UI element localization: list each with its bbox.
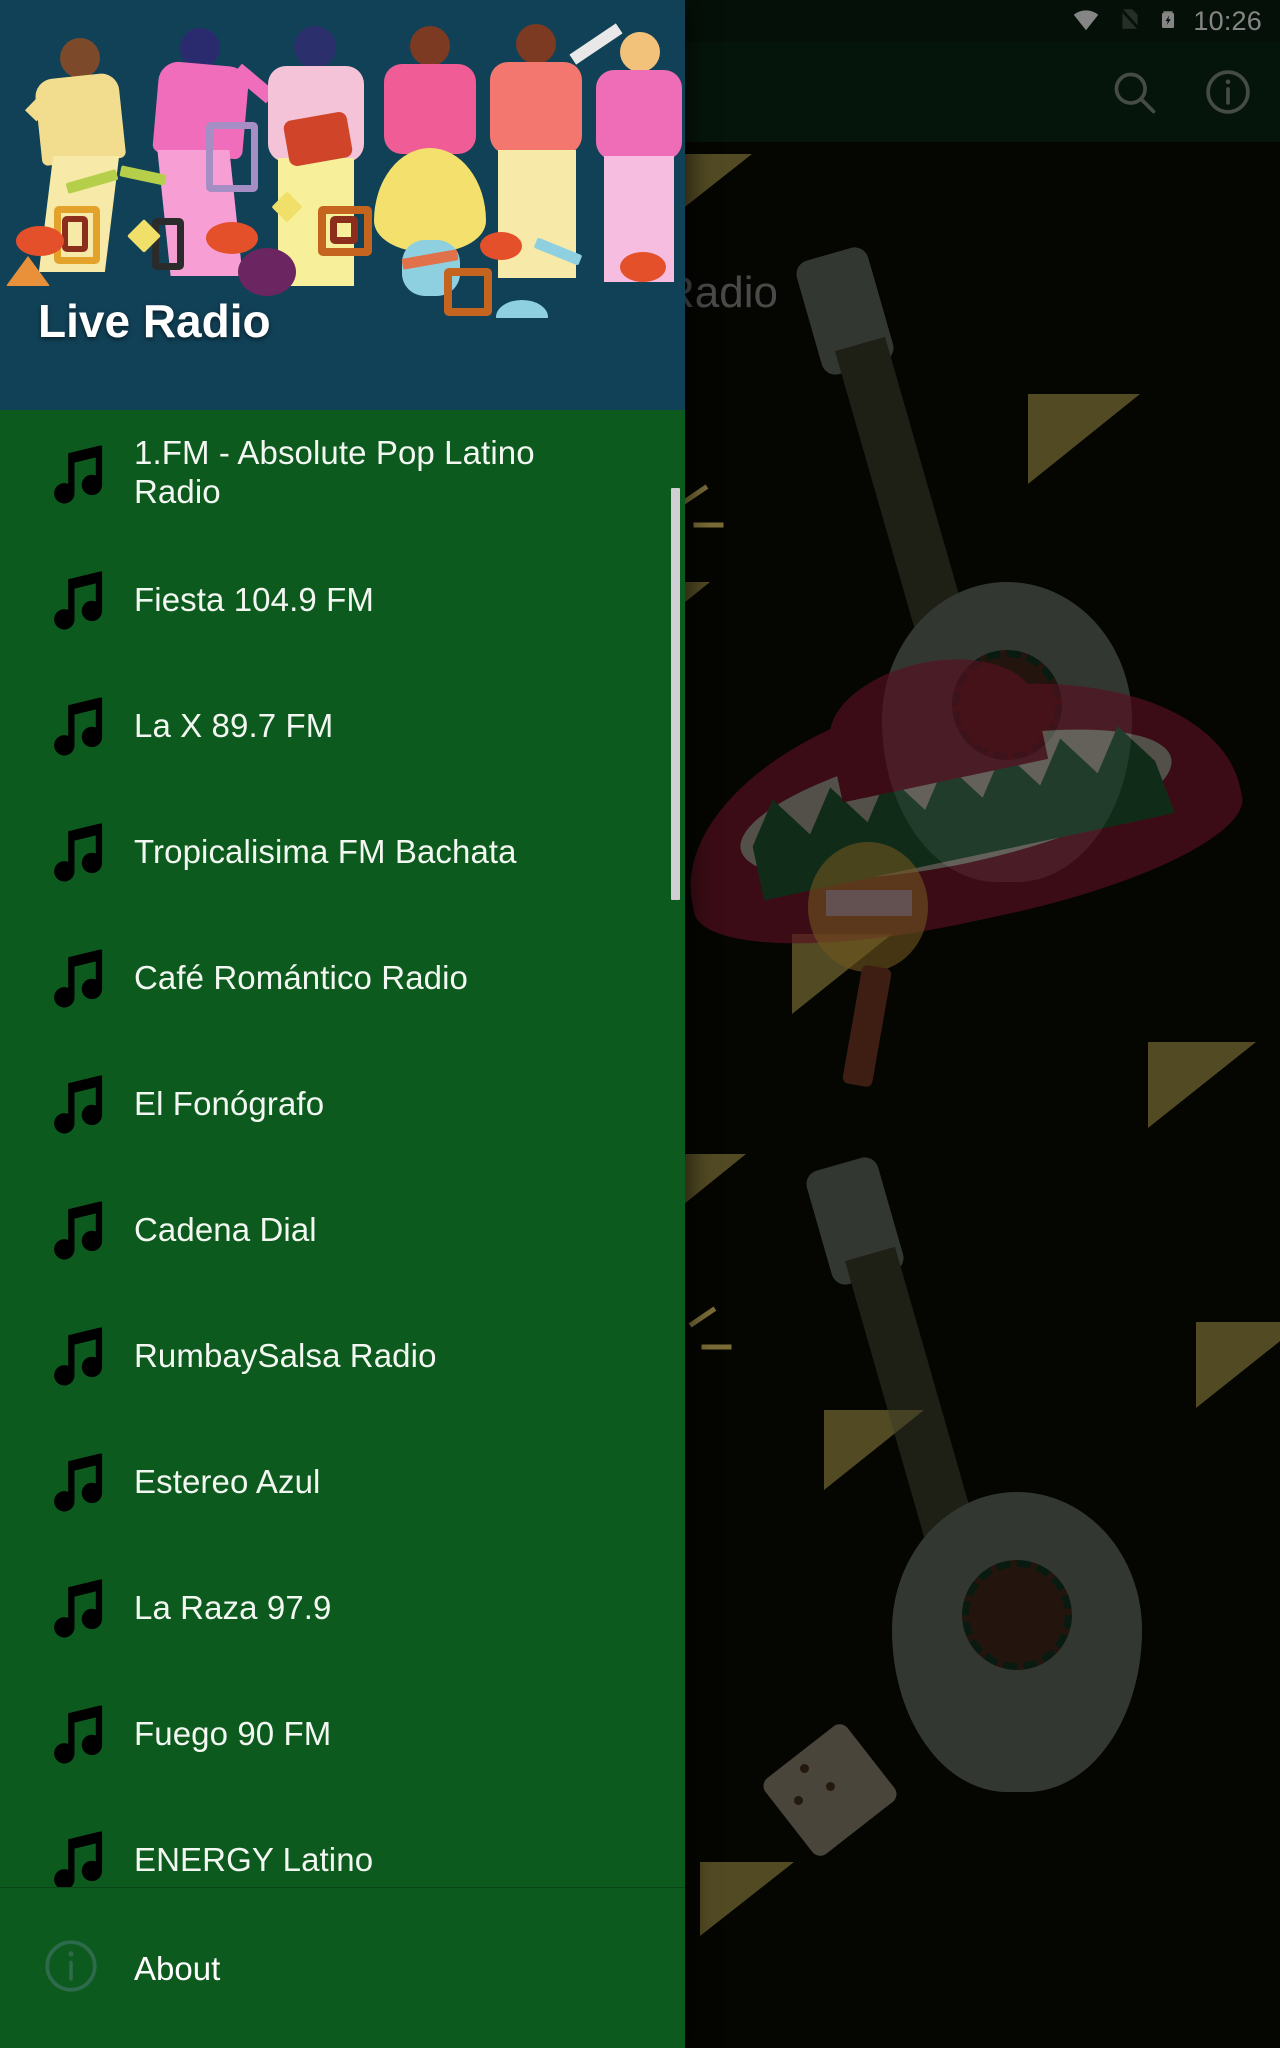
confetti-ring xyxy=(444,268,492,316)
confetti-ring xyxy=(206,122,258,192)
info-circle-icon xyxy=(40,1935,112,2002)
list-item[interactable]: Cadena Dial xyxy=(0,1166,685,1292)
list-item-label: El Fonógrafo xyxy=(134,1084,325,1122)
confetti-dot xyxy=(238,248,296,296)
list-item[interactable]: Café Romántico Radio xyxy=(0,914,685,1040)
list-item[interactable]: ENERGY Latino xyxy=(0,1796,685,1887)
confetti-dot xyxy=(480,232,522,260)
confetti-dot xyxy=(620,252,666,282)
music-note-icon xyxy=(40,1191,112,1268)
list-item[interactable]: La Raza 97.9 xyxy=(0,1544,685,1670)
drawer-header-title: Live Radio xyxy=(38,295,271,347)
music-note-icon xyxy=(40,1065,112,1142)
confetti-triangle xyxy=(6,256,50,286)
music-note-icon xyxy=(40,1695,112,1772)
about-menu-item[interactable]: About xyxy=(0,1888,685,2048)
confetti-ring xyxy=(330,216,358,244)
list-item-label: ENERGY Latino xyxy=(134,1840,374,1878)
confetti-dot xyxy=(16,226,64,256)
drawer-header-artwork xyxy=(0,0,685,410)
music-note-icon xyxy=(40,687,112,764)
list-item-label: Estereo Azul xyxy=(134,1462,321,1500)
confetti-dot xyxy=(206,222,258,254)
music-note-icon xyxy=(40,813,112,890)
music-note-icon xyxy=(40,939,112,1016)
list-item-label: Tropicalisima FM Bachata xyxy=(134,832,517,870)
phone-screen: 1.FM - Absolute Pop Latino Radio Tropica… xyxy=(0,0,1280,2048)
list-item-label: Café Romántico Radio xyxy=(134,958,468,996)
list-item[interactable]: Tropicalisima FM Bachata xyxy=(0,788,685,914)
confetti-ring xyxy=(152,218,184,270)
radio-station-list[interactable]: 1.FM - Absolute Pop Latino Radio Fiesta … xyxy=(0,410,685,1887)
music-note-icon xyxy=(40,435,112,512)
list-item[interactable]: Estereo Azul xyxy=(0,1418,685,1544)
drawer-header: Live Radio xyxy=(0,0,685,410)
list-item[interactable]: El Fonógrafo xyxy=(0,1040,685,1166)
list-item-label: RumbaySalsa Radio xyxy=(134,1336,437,1374)
music-note-icon xyxy=(40,1317,112,1394)
list-item-label: La X 89.7 FM xyxy=(134,706,334,744)
scrollbar-thumb[interactable] xyxy=(671,488,680,900)
music-note-icon xyxy=(40,561,112,638)
list-item[interactable]: Fuego 90 FM xyxy=(0,1670,685,1796)
music-note-icon xyxy=(40,1443,112,1520)
confetti-ring xyxy=(62,216,88,252)
music-note-icon xyxy=(40,1821,112,1887)
list-item[interactable]: 1.FM - Absolute Pop Latino Radio xyxy=(0,410,685,536)
music-note-icon xyxy=(40,1569,112,1646)
list-item-label: Fuego 90 FM xyxy=(134,1714,332,1752)
list-item[interactable]: Fiesta 104.9 FM xyxy=(0,536,685,662)
list-item-label: Cadena Dial xyxy=(134,1210,317,1248)
list-item-label: Fiesta 104.9 FM xyxy=(134,580,374,618)
drawer-footer: About xyxy=(0,1887,685,2048)
list-item[interactable]: La X 89.7 FM xyxy=(0,662,685,788)
list-item-label: La Raza 97.9 xyxy=(134,1588,332,1626)
about-label: About xyxy=(134,1949,221,1987)
navigation-drawer: Live Radio 1.FM - Absolute Pop Latino Ra… xyxy=(0,0,685,2048)
list-item[interactable]: RumbaySalsa Radio xyxy=(0,1292,685,1418)
list-item-label: 1.FM - Absolute Pop Latino Radio xyxy=(134,434,535,510)
